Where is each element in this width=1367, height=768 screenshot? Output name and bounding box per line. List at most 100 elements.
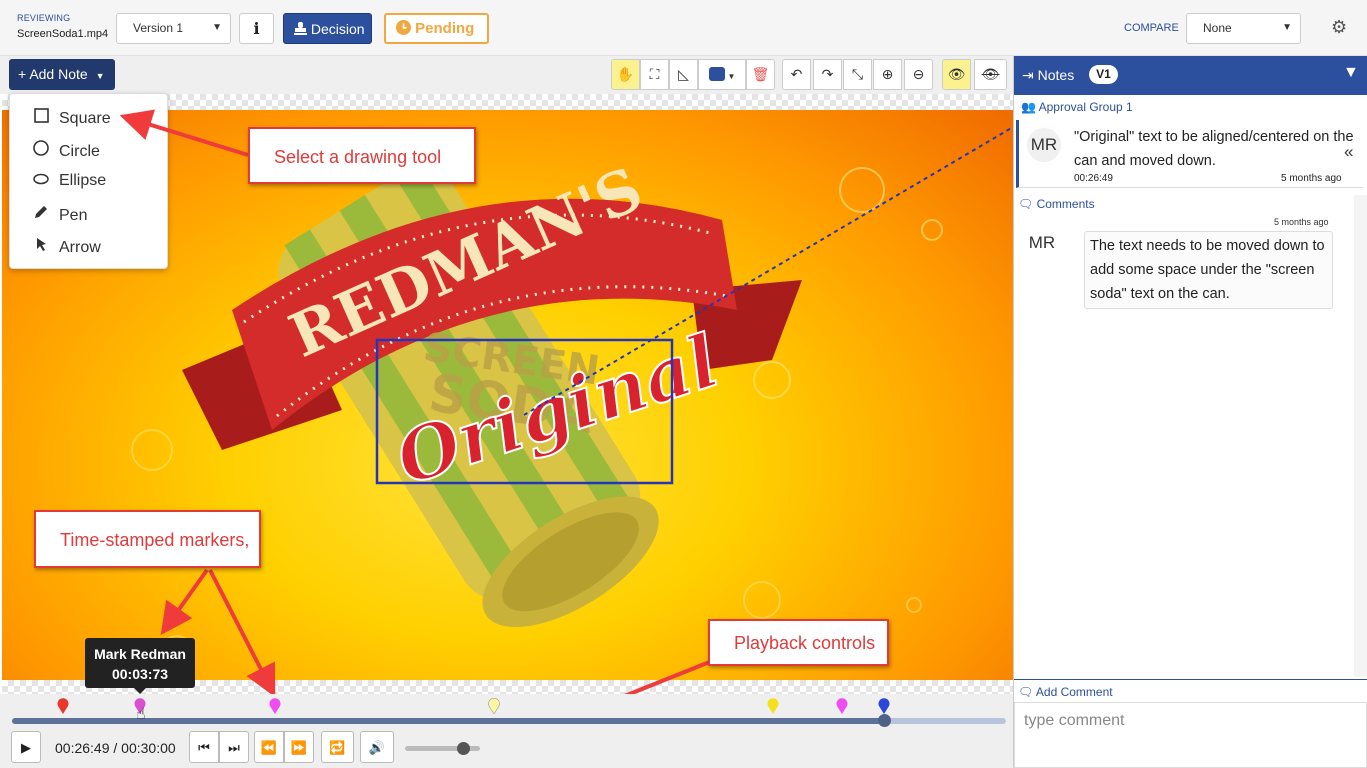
comment-ago: 5 months ago	[1274, 217, 1329, 227]
marker-tooltip: Mark Redman 00:03:73	[85, 638, 195, 688]
file-name: ScreenSoda1.mp4	[17, 28, 109, 40]
loop-button[interactable]: 🔁	[321, 731, 354, 763]
chevron-down-icon: ▼	[1282, 22, 1292, 33]
pending-label: Pending	[415, 20, 475, 37]
measure-tool-button[interactable]: ◺	[669, 59, 698, 90]
caret-down-icon: ▼	[727, 72, 736, 81]
undo-button[interactable]: ↶	[782, 59, 811, 90]
next-frame-button[interactable]: ⏭	[219, 731, 249, 763]
volume-button[interactable]: 🔊	[360, 731, 394, 763]
play-icon: ▶	[21, 740, 31, 755]
hand-icon: ✋	[616, 66, 635, 82]
gear-icon[interactable]: ⚙	[1331, 17, 1347, 38]
notes-title[interactable]: ⇥ Notes	[1022, 67, 1074, 84]
avatar: MR	[1025, 226, 1059, 260]
menu-item-circle[interactable]: Circle	[32, 140, 100, 161]
comment-icon: 🗨	[1018, 197, 1034, 211]
color-picker-button[interactable]: ▼	[698, 59, 746, 90]
add-note-button[interactable]: + Add Note ▼	[9, 59, 115, 90]
pan-tool-button[interactable]: ✋	[611, 59, 640, 90]
redo-button[interactable]: ↷	[813, 59, 842, 90]
info-icon: i	[253, 19, 260, 38]
volume-slider-knob[interactable]	[457, 742, 470, 755]
zoom-in-icon: ⊕	[881, 66, 894, 82]
comment-input[interactable]: type comment	[1014, 702, 1367, 768]
note-text: "Original" text to be aligned/centered o…	[1074, 129, 1354, 169]
timeline-marker[interactable]	[878, 698, 890, 714]
menu-item-label: Pen	[59, 207, 88, 224]
tooltip-author: Mark Redman	[94, 646, 186, 662]
fast-forward-button[interactable]: ⏩	[284, 731, 314, 763]
callout-drawing-tool: Select a drawing tool	[248, 127, 476, 184]
trash-icon: 🗑	[751, 66, 770, 82]
timeline-marker[interactable]	[57, 698, 69, 714]
plus-icon: +	[18, 66, 27, 82]
info-button[interactable]: i	[239, 13, 274, 44]
avatar: MR	[1027, 128, 1061, 162]
reviewing-label: REVIEWING	[17, 13, 71, 23]
clock-icon	[396, 20, 415, 37]
zoom-out-icon: ⊖	[912, 66, 925, 82]
version-select[interactable]: Version 1 ▼	[116, 13, 231, 44]
decision-button[interactable]: Decision	[283, 13, 372, 44]
hand-cursor-icon: ☝	[136, 706, 146, 723]
ruler-icon: ◺	[678, 66, 689, 82]
zoom-out-button[interactable]: ⊖	[904, 59, 933, 90]
add-comment-icon: 🗨	[1018, 685, 1034, 699]
loop-icon: 🔁	[329, 740, 346, 755]
menu-item-square[interactable]: Square	[32, 108, 111, 128]
note-timestamp[interactable]: 00:26:49	[1074, 173, 1113, 184]
eye-off-icon: 👁	[981, 66, 1000, 82]
crop-icon: ⛶	[649, 66, 660, 82]
redo-icon: ↷	[821, 66, 834, 82]
collapse-note-icon[interactable]: «	[1344, 142, 1353, 162]
square-icon	[32, 108, 50, 128]
prev-frame-button[interactable]: ⏮	[189, 731, 219, 763]
add-comment-label: 🗨 Add Comment	[1014, 679, 1367, 700]
circle-icon	[32, 140, 50, 161]
rewind-button[interactable]: ⏪	[254, 731, 284, 763]
undo-icon: ↶	[790, 66, 803, 82]
timeline-area	[0, 694, 1013, 768]
drawing-tool-menu: Square Circle Ellipse Pen Arrow	[9, 93, 168, 269]
pending-status-button[interactable]: Pending	[384, 13, 489, 44]
comments-label: 🗨 Comments	[1018, 197, 1095, 211]
version-badge: V1	[1089, 65, 1118, 84]
filter-icon[interactable]: ▼	[1343, 64, 1359, 82]
menu-item-label: Square	[59, 110, 111, 127]
menu-item-ellipse[interactable]: Ellipse	[32, 172, 106, 190]
skip-forward-icon: ⏭	[228, 740, 240, 755]
compare-select-value: None	[1203, 21, 1232, 35]
menu-item-label: Circle	[59, 143, 100, 160]
chevron-down-icon: ▼	[212, 22, 222, 33]
callout-markers: Time-stamped markers,	[34, 510, 261, 568]
pen-icon	[32, 204, 50, 225]
timeline-marker[interactable]	[767, 698, 779, 714]
compare-select[interactable]: None ▼	[1186, 13, 1301, 44]
delete-button[interactable]: 🗑	[746, 59, 775, 90]
menu-item-arrow[interactable]: Arrow	[32, 236, 101, 257]
menu-item-pen[interactable]: Pen	[32, 204, 87, 225]
fit-button[interactable]: ⤡	[843, 59, 872, 90]
decision-label: Decision	[310, 21, 365, 37]
timeline-marker[interactable]	[269, 698, 281, 714]
ellipse-icon	[32, 172, 50, 190]
crop-tool-button[interactable]: ⛶	[640, 59, 669, 90]
stamp-icon	[294, 21, 311, 37]
approval-group-label: 👥 Approval Group 1	[1021, 100, 1133, 114]
play-button[interactable]: ▶	[11, 731, 41, 763]
timeline-marker[interactable]	[488, 698, 500, 714]
palette-icon	[708, 67, 725, 81]
rewind-icon: ⏪	[260, 740, 278, 755]
compare-label: COMPARE	[1124, 22, 1179, 34]
tooltip-time: 00:03:73	[111, 666, 169, 682]
expand-icon: ⤡	[851, 66, 864, 82]
timeline-playhead[interactable]	[878, 714, 891, 727]
comments-scrollbar[interactable]	[1354, 195, 1367, 677]
add-note-label: Add Note	[29, 66, 88, 82]
comment-bubble: The text needs to be moved down to add s…	[1084, 231, 1333, 309]
zoom-in-button[interactable]: ⊕	[873, 59, 902, 90]
hide-annotations-button[interactable]: 👁	[974, 59, 1007, 90]
show-annotations-button[interactable]: 👁	[942, 59, 971, 90]
timeline-marker[interactable]	[836, 698, 848, 714]
